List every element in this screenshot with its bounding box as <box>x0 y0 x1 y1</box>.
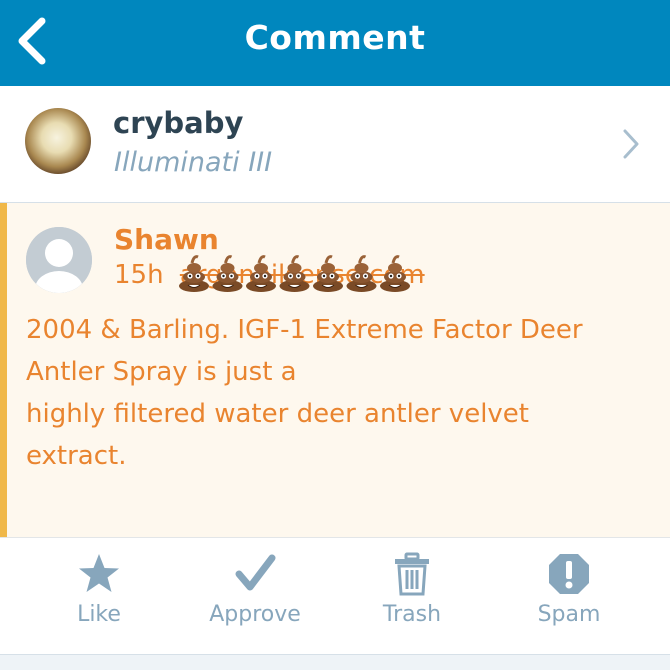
poop-emoji-icon <box>179 255 410 292</box>
approve-button[interactable]: Approve <box>190 552 320 648</box>
unapproved-accent-bar <box>0 203 7 537</box>
author-avatar[interactable] <box>26 227 92 293</box>
comment-line: highly filtered water deer antler velvet <box>26 399 529 429</box>
poop-emoji-icon <box>212 255 243 292</box>
star-icon <box>79 554 119 592</box>
comment-line: extract. <box>26 441 127 471</box>
comment-card: Shawn 15h arganoilsense.com 2004 & Barli… <box>0 203 670 538</box>
trash-icon <box>395 552 429 596</box>
poop-emoji-icon <box>179 255 209 292</box>
poop-emoji-icon <box>346 255 377 292</box>
post-header[interactable]: crybaby Illuminati III <box>0 86 670 203</box>
like-label: Like <box>77 602 121 627</box>
poop-emoji-icon <box>380 255 410 292</box>
default-avatar-icon <box>26 227 92 293</box>
comment-time: 15h <box>114 260 164 290</box>
spam-label: Spam <box>537 602 601 627</box>
top-bar: Comment <box>0 0 670 86</box>
site-avatar <box>25 108 91 174</box>
post-title: Illuminati III <box>114 147 273 178</box>
checkmark-icon <box>235 554 276 591</box>
approve-label: Approve <box>209 602 301 627</box>
comment-actions-bar: Like Approve Trash Spam <box>0 538 670 655</box>
poop-emoji-icon <box>246 255 276 292</box>
poop-emoji-icon <box>313 255 343 292</box>
comment-line: 2004 & Barling. IGF-1 Extreme Factor Dee… <box>26 315 583 345</box>
chevron-right-icon <box>623 129 639 159</box>
poop-emoji-icon <box>279 255 310 292</box>
comment-line: Antler Spray is just a <box>26 357 297 387</box>
like-button[interactable]: Like <box>34 552 164 648</box>
comment-author[interactable]: Shawn <box>114 223 219 256</box>
trash-button[interactable]: Trash <box>347 552 477 648</box>
spam-icon <box>549 554 589 594</box>
comment-body: 2004 & Barling. IGF-1 Extreme Factor Dee… <box>26 309 646 477</box>
spam-button[interactable]: Spam <box>504 552 634 648</box>
site-name: crybaby <box>113 106 244 140</box>
trash-label: Trash <box>382 602 442 627</box>
page-title: Comment <box>244 18 426 57</box>
